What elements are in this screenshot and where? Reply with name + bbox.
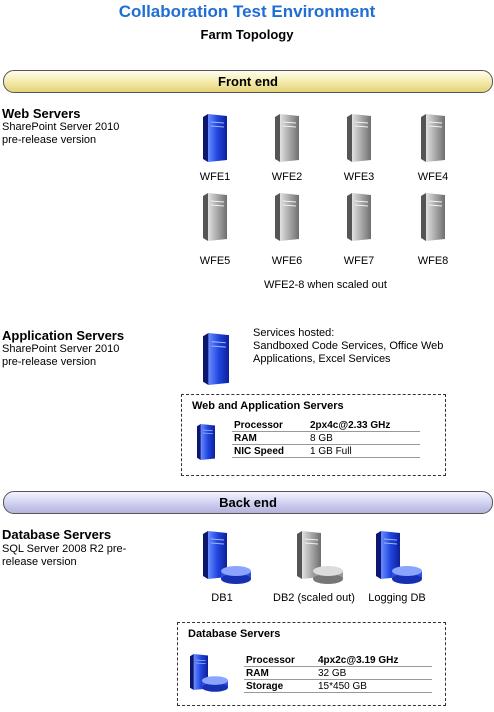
services-hosted-label: Services hosted: <box>253 327 335 339</box>
wfe2-server-icon <box>275 114 299 162</box>
web-servers-title: Web Servers <box>2 106 81 121</box>
table-row: RAM 8 GB <box>232 431 420 445</box>
web-servers-desc-1: SharePoint Server 2010 <box>2 121 120 133</box>
wfe8-server-icon <box>421 193 445 241</box>
wfe1-label: WFE1 <box>199 171 231 183</box>
db-spec-table: Processor 4px2c@3.19 GHz RAM 32 GB Storage… <box>244 654 432 693</box>
db-servers-title: Database Servers <box>2 527 112 542</box>
wfe3-server-icon <box>347 114 371 162</box>
table-row: RAM 32 GB <box>244 666 432 680</box>
wfe3-label: WFE3 <box>343 171 375 183</box>
wfe6-label: WFE6 <box>271 255 303 267</box>
scale-out-note: WFE2-8 when scaled out <box>264 279 387 291</box>
wfe2-label: WFE2 <box>271 171 303 183</box>
back-end-band: Back end <box>3 491 493 514</box>
spec-key: Storage <box>244 679 316 693</box>
spec-key: Processor <box>232 419 308 432</box>
logging-db-disk-icon <box>392 566 422 584</box>
web-app-spec-server-icon <box>197 424 215 460</box>
spec-value: 8 GB <box>308 431 420 445</box>
spec-key: RAM <box>232 431 308 445</box>
wfe5-label: WFE5 <box>199 255 231 267</box>
wfe7-label: WFE7 <box>343 255 375 267</box>
app-server-icon <box>203 333 229 385</box>
db-spec-disk-icon <box>202 676 228 692</box>
wfe4-server-icon <box>421 114 445 162</box>
services-line-1: Sandboxed Code Services, Office Web <box>253 340 444 352</box>
services-line-2: Applications, Excel Services <box>253 353 391 365</box>
table-row: Processor 2px4c@2.33 GHz <box>232 419 420 432</box>
web-servers-desc-2: pre-release version <box>2 134 97 146</box>
web-app-spec-table: Processor 2px4c@2.33 GHz RAM 8 GB NIC Spee… <box>232 419 420 458</box>
web-app-spec-title: Web and Application Servers <box>192 400 344 412</box>
wfe4-label: WFE4 <box>417 171 449 183</box>
table-row: Storage 15*450 GB <box>244 679 432 693</box>
wfe1-server-icon <box>203 114 227 162</box>
front-end-band: Front end <box>3 70 493 93</box>
wfe8-label: WFE8 <box>417 255 449 267</box>
app-servers-desc-2: pre-release version <box>2 356 97 368</box>
spec-value: 2px4c@2.33 GHz <box>308 419 420 432</box>
spec-value: 4px2c@3.19 GHz <box>316 654 432 667</box>
wfe7-server-icon <box>347 193 371 241</box>
logging-db-label: Logging DB <box>368 592 426 604</box>
db-servers-desc-2: release version <box>2 556 77 568</box>
db-spec-title: Database Servers <box>188 628 281 640</box>
db1-disk-icon <box>221 566 251 584</box>
spec-value: 1 GB Full <box>308 444 420 458</box>
spec-value: 15*450 GB <box>316 679 432 693</box>
app-servers-desc-1: SharePoint Server 2010 <box>2 343 120 355</box>
wfe5-server-icon <box>203 193 227 241</box>
db2-disk-icon <box>313 566 343 584</box>
spec-key: RAM <box>244 666 316 680</box>
diagram-title: Collaboration Test Environment <box>118 2 376 21</box>
spec-value: 32 GB <box>316 666 432 680</box>
spec-key: NIC Speed <box>232 444 308 458</box>
spec-key: Processor <box>244 654 316 667</box>
diagram-subtitle: Farm Topology <box>200 27 294 42</box>
wfe6-server-icon <box>275 193 299 241</box>
db1-label: DB1 <box>211 592 233 604</box>
db2-label: DB2 (scaled out) <box>273 592 355 604</box>
table-row: Processor 4px2c@3.19 GHz <box>244 654 432 667</box>
table-row: NIC Speed 1 GB Full <box>232 444 420 458</box>
app-servers-title: Application Servers <box>2 328 125 343</box>
db-servers-desc-1: SQL Server 2008 R2 pre- <box>2 543 127 555</box>
